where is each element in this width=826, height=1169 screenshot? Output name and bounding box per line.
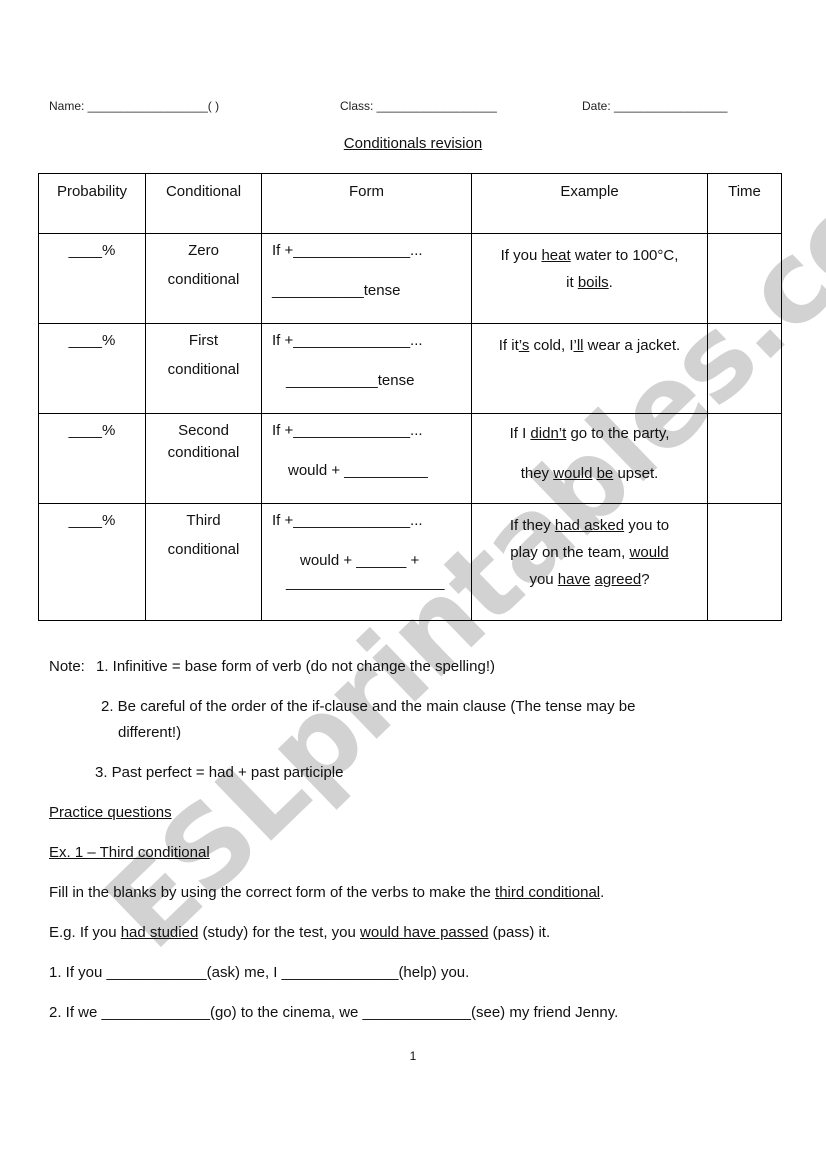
table-row: ____% Second conditional If +___________… <box>38 413 782 504</box>
underlined-text: would <box>553 465 593 482</box>
conditional-suffix: conditional <box>167 444 240 461</box>
note-item-3: 3. Past perfect = had + past participle <box>95 764 344 781</box>
text-segment: If it <box>498 337 519 354</box>
text-segment: If they <box>509 517 555 534</box>
form-cell[interactable]: If +______________... would + __________ <box>261 413 472 504</box>
underlined-text: ’s <box>518 337 530 354</box>
text-segment: cold, I <box>529 337 574 354</box>
column-header-conditional: Conditional <box>145 173 262 234</box>
underlined-text: ’ll <box>573 337 584 354</box>
table-row: ____% Third conditional If +____________… <box>38 503 782 621</box>
time-cell[interactable] <box>707 413 782 504</box>
probability-cell[interactable]: ____% <box>38 413 146 504</box>
form-line: If +______________... <box>272 422 423 439</box>
conditional-name: First <box>188 332 219 349</box>
note-item-1: 1. Infinitive = base form of verb (do no… <box>96 658 495 675</box>
text-segment: (pass) it. <box>488 924 551 941</box>
conditional-cell: First conditional <box>145 323 262 414</box>
note-item-2-continued: different!) <box>118 724 182 741</box>
underlined-text: didn’t <box>530 425 567 442</box>
conditional-suffix: conditional <box>167 271 240 288</box>
underlined-text: be <box>596 465 614 482</box>
probability-cell[interactable]: ____% <box>38 233 146 324</box>
form-line: ___________________ <box>286 574 445 591</box>
conditionals-table: Probability Conditional Form Example Tim… <box>38 173 782 621</box>
column-header-probability: Probability <box>38 173 146 234</box>
column-header-example: Example <box>471 173 708 234</box>
form-line: would + __________ <box>288 462 428 479</box>
instruction-text: Fill in the blanks by using the correct … <box>49 884 496 901</box>
page-number: 1 <box>409 1049 417 1063</box>
underlined-text: boils <box>577 274 609 291</box>
text-segment: water to 100°C, <box>570 247 679 264</box>
conditional-name: Third <box>186 512 221 529</box>
practice-heading: Practice questions <box>49 804 172 821</box>
note-item-2: 2. Be careful of the order of the if-cla… <box>101 698 636 715</box>
form-line: would + ______ + <box>300 552 420 569</box>
form-line: ___________tense <box>286 372 415 389</box>
underlined-text: heat <box>541 247 571 264</box>
text-segment: it <box>566 274 578 291</box>
class-field-label: Class: __________________ <box>340 99 497 113</box>
form-line: ___________tense <box>272 282 401 299</box>
text-segment: If you <box>500 247 542 264</box>
text-segment: upset. <box>613 465 659 482</box>
name-field-label: Name: __________________( ) <box>49 99 220 113</box>
text-segment: (study) for the test, you <box>198 924 361 941</box>
text-segment: E.g. If you <box>49 924 121 941</box>
conditional-cell: Zero conditional <box>145 233 262 324</box>
instruction-emphasis: third conditional <box>495 884 601 901</box>
exercise-instruction: Fill in the blanks by using the correct … <box>49 884 604 901</box>
time-cell[interactable] <box>707 233 782 324</box>
column-header-time: Time <box>707 173 782 234</box>
text-segment: play on the team, <box>510 544 630 561</box>
example-cell: If they had asked you to play on the team… <box>471 503 708 621</box>
example-cell: If you heat water to 100°C, it boils. <box>471 233 708 324</box>
text-segment: they <box>520 465 554 482</box>
form-line: If +______________... <box>272 332 423 349</box>
exercise-title: Ex. 1 – Third conditional <box>49 844 210 861</box>
form-cell[interactable]: If +______________... ___________tense <box>261 233 472 324</box>
underlined-text: agreed <box>594 571 642 588</box>
text-segment: you to <box>624 517 670 534</box>
table-row: ____% Zero conditional If +_____________… <box>38 233 782 324</box>
example-cell: If it’s cold, I’ll wear a jacket. <box>471 323 708 414</box>
worked-example: E.g. If you had studied (study) for the … <box>49 924 550 941</box>
text-segment: If I <box>509 425 531 442</box>
probability-cell[interactable]: ____% <box>38 503 146 621</box>
table-row: ____% First conditional If +____________… <box>38 323 782 414</box>
underlined-text: had studied <box>120 924 199 941</box>
conditional-suffix: conditional <box>167 361 240 378</box>
underlined-text: would <box>629 544 669 561</box>
text-segment: . <box>608 274 613 291</box>
underlined-text: have <box>557 571 591 588</box>
text-segment: you <box>529 571 558 588</box>
underlined-text: had asked <box>554 517 625 534</box>
example-cell: If I didn’t go to the party, they would b… <box>471 413 708 504</box>
underlined-text: would have passed <box>360 924 489 941</box>
conditional-name: Second <box>178 422 229 439</box>
time-cell[interactable] <box>707 503 782 621</box>
column-header-form: Form <box>261 173 472 234</box>
time-cell[interactable] <box>707 323 782 414</box>
page-title: Conditionals revision <box>343 135 483 152</box>
conditional-cell: Second conditional <box>145 413 262 504</box>
table-header-row: Probability Conditional Form Example Tim… <box>38 173 782 234</box>
text-segment: go to the party, <box>566 425 670 442</box>
form-line: If +______________... <box>272 242 423 259</box>
note-label: Note: <box>49 658 85 675</box>
conditional-name: Zero <box>188 242 219 259</box>
question-1[interactable]: 1. If you ____________(ask) me, I ______… <box>49 964 469 981</box>
form-cell[interactable]: If +______________... would + ______ + _… <box>261 503 472 621</box>
probability-cell[interactable]: ____% <box>38 323 146 414</box>
date-field-label: Date: _________________ <box>582 99 728 113</box>
conditional-cell: Third conditional <box>145 503 262 621</box>
instruction-end: . <box>600 884 605 901</box>
text-segment: wear a jacket. <box>583 337 681 354</box>
form-line: If +______________... <box>272 512 423 529</box>
question-2[interactable]: 2. If we _____________(go) to the cinema… <box>49 1004 618 1021</box>
form-cell[interactable]: If +______________... ___________tense <box>261 323 472 414</box>
conditional-suffix: conditional <box>167 541 240 558</box>
text-segment: ? <box>641 571 650 588</box>
